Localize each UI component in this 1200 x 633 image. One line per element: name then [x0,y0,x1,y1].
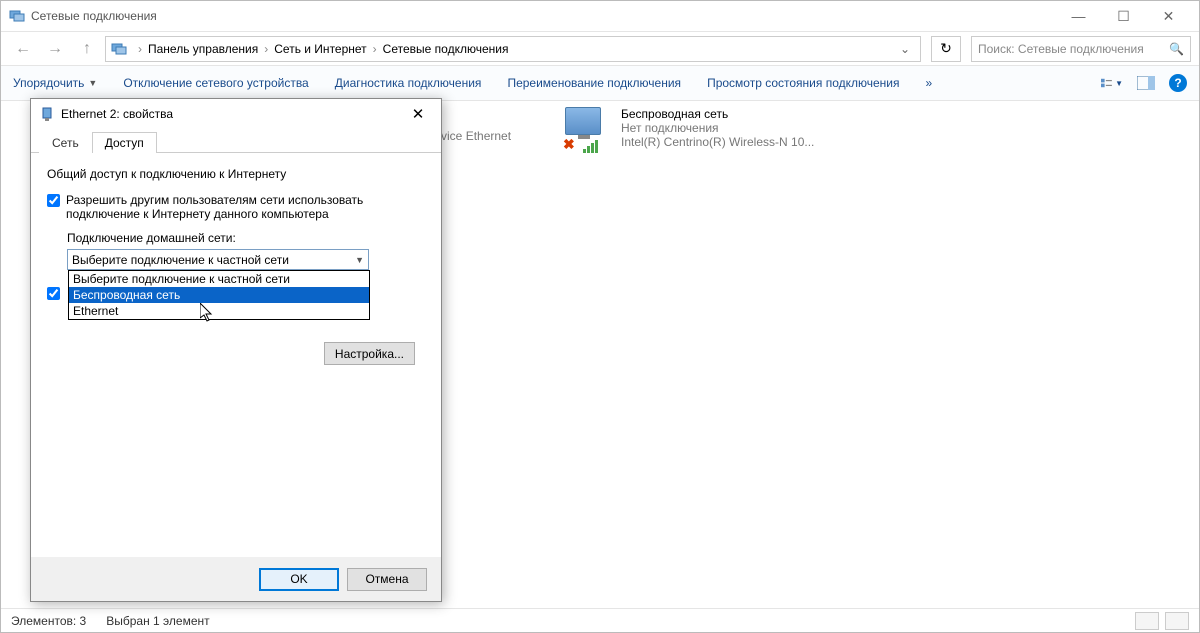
status-elements-count: Элементов: 3 [11,614,86,628]
up-button[interactable]: ↑ [73,35,101,63]
allow-sharing-checkbox[interactable] [47,194,60,207]
rename-button[interactable]: Переименование подключения [507,76,681,90]
tab-network[interactable]: Сеть [39,132,92,153]
titlebar: Сетевые подключения — ☐ ✕ [1,1,1199,31]
connection-device: Intel(R) Centrino(R) Wireless-N 10... [621,135,814,149]
combo-dropdown: Выберите подключение к частной сети Бесп… [68,270,370,320]
connection-status: Нет подключения [621,121,814,135]
chevron-right-icon[interactable]: › [373,42,377,56]
diagnose-button[interactable]: Диагностика подключения [335,76,482,90]
breadcrumb-item[interactable]: Сетевые подключения [383,42,509,56]
dialog-footer: OK Отмена [31,557,441,601]
cancel-button[interactable]: Отмена [347,568,427,591]
close-button[interactable]: ✕ [1146,1,1191,31]
help-button[interactable]: ? [1169,74,1187,92]
dropdown-option[interactable]: Выберите подключение к частной сети [69,271,369,287]
chevron-down-icon: ▼ [1115,79,1123,88]
disconnected-icon: ✖ [563,136,575,153]
organize-menu[interactable]: Упорядочить ▼ [13,76,97,90]
forward-button: → [41,35,69,63]
home-connection-label: Подключение домашней сети: [67,231,425,245]
breadcrumb-icon [110,40,128,58]
wifi-connection-icon: ✖ [565,107,613,147]
tab-sharing[interactable]: Доступ [92,132,157,153]
breadcrumb-item[interactable]: Панель управления [148,42,258,56]
wifi-signal-icon [583,140,598,153]
back-button[interactable]: ← [9,35,37,63]
chevron-down-icon: ▼ [88,78,97,88]
allow-sharing-label: Разрешить другим пользователям сети испо… [66,193,396,221]
breadcrumb-dropdown[interactable]: ⌄ [894,42,916,56]
toolbar: Упорядочить ▼ Отключение сетевого устрой… [1,65,1199,101]
settings-button[interactable]: Настройка... [324,342,415,365]
connection-item-wifi[interactable]: ✖ Беспроводная сеть Нет подключения Inte… [565,107,814,149]
dialog-titlebar[interactable]: Ethernet 2: свойства ✕ [31,99,441,129]
view-options-button[interactable]: ▼ [1101,73,1123,93]
sharing-group-title: Общий доступ к подключению к Интернету [47,167,425,181]
home-connection-combo[interactable]: Выберите подключение к частной сети ▼ Вы… [67,249,369,270]
view-mode-details[interactable] [1135,612,1159,630]
nav-row: ← → ↑ › Панель управления › Сеть и Интер… [1,31,1199,65]
dialog-tabs: Сеть Доступ [31,129,441,153]
dropdown-option[interactable]: Ethernet [69,303,369,319]
minimize-button[interactable]: — [1056,1,1101,31]
chevron-right-icon[interactable]: › [264,42,268,56]
search-placeholder: Поиск: Сетевые подключения [978,42,1144,56]
statusbar: Элементов: 3 Выбран 1 элемент [1,608,1199,632]
ethernet-icon [39,106,55,122]
dialog-body: Общий доступ к подключению к Интернету Р… [31,153,441,557]
details-pane-button[interactable] [1135,73,1157,93]
overflow-menu[interactable]: » [926,76,933,90]
search-input[interactable]: Поиск: Сетевые подключения 🔍 [971,36,1191,62]
breadcrumb[interactable]: › Панель управления › Сеть и Интернет › … [105,36,921,62]
combo-selected-value: Выберите подключение к частной сети [72,253,355,267]
connection-name: Беспроводная сеть [621,107,814,121]
maximize-button[interactable]: ☐ [1101,1,1146,31]
ok-button[interactable]: OK [259,568,339,591]
dialog-title: Ethernet 2: свойства [61,107,403,121]
disable-device-button[interactable]: Отключение сетевого устройства [123,76,308,90]
chevron-right-icon[interactable]: › [138,42,142,56]
view-mode-icons[interactable] [1165,612,1189,630]
window-title: Сетевые подключения [31,9,1056,23]
dialog-close-button[interactable]: ✕ [403,105,433,123]
view-status-button[interactable]: Просмотр состояния подключения [707,76,899,90]
dropdown-option-highlighted[interactable]: Беспроводная сеть [69,287,369,303]
allow-control-checkbox[interactable] [47,287,60,300]
search-icon[interactable]: 🔍 [1169,42,1184,56]
status-selected-count: Выбран 1 элемент [106,614,209,628]
app-icon [9,8,25,24]
chevron-down-icon: ▼ [355,255,364,265]
refresh-button[interactable]: ↻ [931,36,961,62]
properties-dialog: Ethernet 2: свойства ✕ Сеть Доступ Общий… [30,98,442,602]
breadcrumb-item[interactable]: Сеть и Интернет [274,42,366,56]
